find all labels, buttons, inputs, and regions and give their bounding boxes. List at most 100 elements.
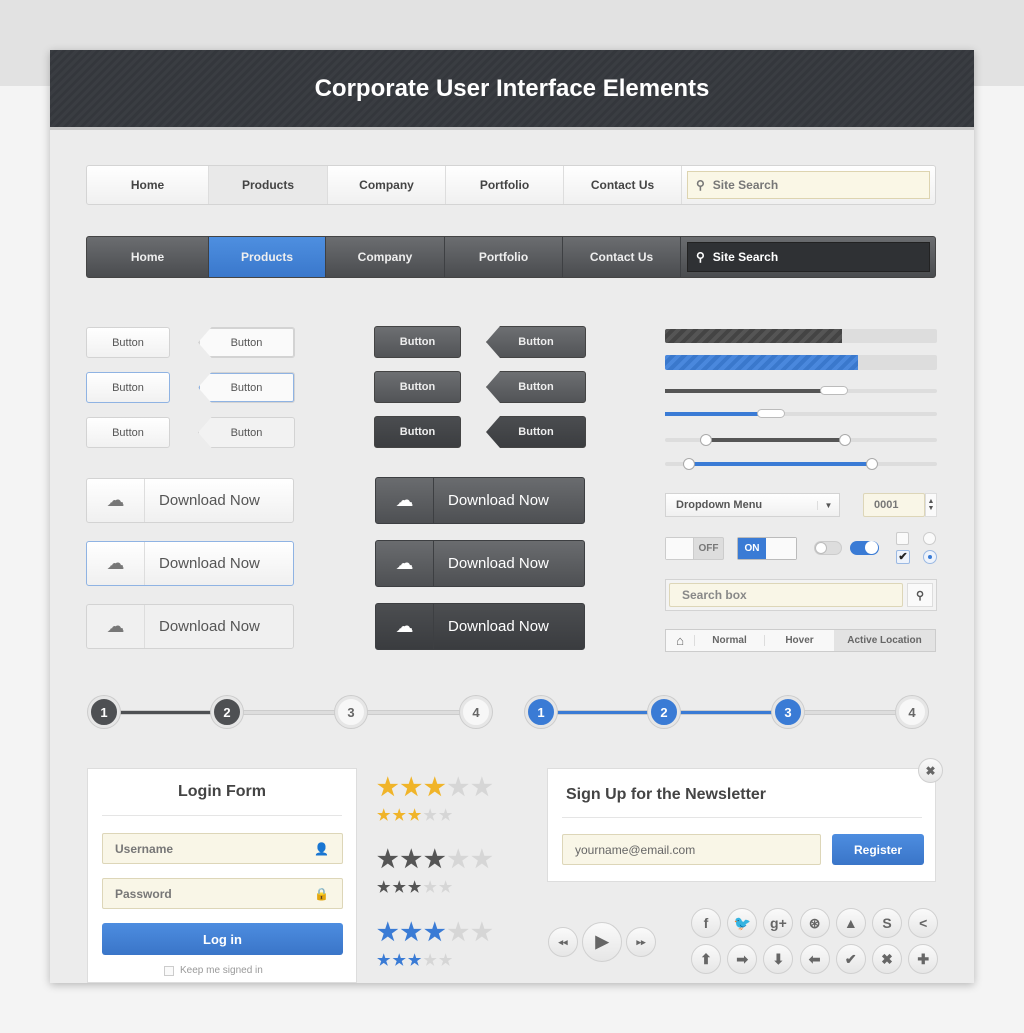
button-dark[interactable]: Button [374, 326, 461, 358]
checkbox-checked[interactable]: ✔ [896, 550, 910, 564]
register-button[interactable]: Register [832, 834, 924, 865]
star-empty-icon[interactable]: ★ [439, 953, 452, 968]
star-filled-icon[interactable]: ★ [377, 808, 390, 823]
dark-step-1[interactable]: 1 [88, 696, 120, 728]
download-button-light[interactable]: ☁ Download Now [86, 478, 294, 523]
remember-me[interactable]: Keep me signed in [164, 965, 263, 976]
number-value[interactable]: 0001 [863, 493, 925, 517]
star-rating-large[interactable]: ★ ★ ★ ★ ★ [377, 848, 493, 872]
slider-handle[interactable] [757, 409, 786, 418]
star-filled-icon[interactable]: ★ [424, 776, 446, 800]
star-rating-large[interactable]: ★ ★ ★ ★ ★ [377, 776, 493, 800]
star-filled-icon[interactable]: ★ [377, 953, 390, 968]
slider-handle[interactable] [819, 386, 848, 395]
login-button[interactable]: Log in [102, 923, 343, 955]
back-button-dark-pressed[interactable]: Button [486, 416, 586, 448]
number-stepper[interactable]: 0001 ▲ ▼ [863, 493, 937, 517]
download-button-dark-pressed[interactable]: ☁ Download Now [375, 603, 585, 650]
star-empty-icon[interactable]: ★ [471, 776, 493, 800]
star-filled-icon[interactable]: ★ [408, 953, 421, 968]
toggle-off[interactable]: OFF [665, 537, 724, 560]
switch-on[interactable] [850, 541, 879, 555]
star-filled-icon[interactable]: ★ [408, 880, 421, 895]
forrst-icon[interactable]: ▲ [835, 908, 866, 938]
skype-icon[interactable]: S [872, 908, 902, 938]
button-light-hover[interactable]: Button [86, 372, 170, 403]
star-filled-icon[interactable]: ★ [392, 953, 405, 968]
arrow-up-icon[interactable]: ⬆ [691, 944, 721, 974]
nav-item-contact[interactable]: Contact Us [564, 166, 682, 204]
nav-item-portfolio[interactable]: Portfolio [445, 237, 563, 277]
forward-button[interactable]: ▸▸ [626, 927, 656, 957]
star-empty-icon[interactable]: ★ [448, 776, 470, 800]
range-handle-max[interactable] [865, 458, 878, 470]
blue-step-3[interactable]: 3 [772, 696, 804, 728]
star-filled-icon[interactable]: ★ [377, 848, 399, 872]
download-button-light-pressed[interactable]: ☁ Download Now [86, 604, 294, 649]
star-empty-icon[interactable]: ★ [439, 808, 452, 823]
blue-step-4[interactable]: 4 [896, 696, 928, 728]
nav-item-products[interactable]: Products [209, 166, 328, 204]
star-rating-large[interactable]: ★ ★ ★ ★ ★ [377, 921, 493, 945]
star-empty-icon[interactable]: ★ [471, 848, 493, 872]
home-icon[interactable]: ⌂ [666, 633, 694, 648]
star-filled-icon[interactable]: ★ [401, 848, 423, 872]
back-button-light-pressed[interactable]: Button [198, 417, 295, 448]
blue-step-1[interactable]: 1 [525, 696, 557, 728]
play-button[interactable]: ▶ [582, 922, 622, 962]
email-field[interactable]: yourname@email.com [562, 834, 821, 865]
search-box-input[interactable]: Search box [669, 583, 903, 607]
download-button-dark[interactable]: ☁ Download Now [375, 477, 585, 524]
star-filled-icon[interactable]: ★ [424, 921, 446, 945]
star-filled-icon[interactable]: ★ [408, 808, 421, 823]
blue-step-2[interactable]: 2 [648, 696, 680, 728]
dark-step-4[interactable]: 4 [460, 696, 492, 728]
range-handle-min[interactable] [699, 434, 712, 446]
arrow-right-icon[interactable]: ➡ [727, 944, 758, 974]
radio-unchecked[interactable] [923, 532, 936, 545]
star-filled-icon[interactable]: ★ [401, 776, 423, 800]
close-icon[interactable]: ✖ [918, 758, 943, 783]
breadcrumb-item-normal[interactable]: Normal [694, 635, 764, 646]
star-empty-icon[interactable]: ★ [423, 880, 436, 895]
star-empty-icon[interactable]: ★ [448, 921, 470, 945]
star-filled-icon[interactable]: ★ [377, 776, 399, 800]
range-slider-dark[interactable] [665, 434, 937, 446]
slider-blue[interactable] [665, 409, 937, 418]
nav-item-portfolio[interactable]: Portfolio [446, 166, 564, 204]
share-icon[interactable]: < [908, 908, 939, 938]
dark-step-3[interactable]: 3 [335, 696, 367, 728]
back-button-light-hover[interactable]: Button [198, 372, 295, 403]
star-filled-icon[interactable]: ★ [377, 921, 399, 945]
toggle-on[interactable]: ON [737, 537, 797, 560]
radio-checked[interactable] [923, 550, 937, 564]
rewind-button[interactable]: ◂◂ [548, 927, 578, 957]
switch-off[interactable] [814, 541, 842, 555]
star-filled-icon[interactable]: ★ [401, 921, 423, 945]
twitter-icon[interactable]: 🐦 [727, 908, 758, 938]
arrow-left-icon[interactable]: ⬅ [799, 944, 830, 974]
nav-item-contact[interactable]: Contact Us [563, 237, 681, 277]
password-field[interactable]: Password 🔒 [102, 878, 343, 909]
star-empty-icon[interactable]: ★ [439, 880, 452, 895]
button-dark-hover[interactable]: Button [374, 371, 461, 403]
range-slider-blue[interactable] [665, 458, 937, 470]
button-dark-pressed[interactable]: Button [374, 416, 461, 448]
nav-item-company[interactable]: Company [328, 166, 446, 204]
button-light[interactable]: Button [86, 327, 170, 358]
star-empty-icon[interactable]: ★ [423, 808, 436, 823]
search-button[interactable]: ⚲ [907, 583, 933, 607]
close-icon[interactable]: ✖ [872, 944, 902, 974]
star-filled-icon[interactable]: ★ [392, 808, 405, 823]
check-icon[interactable]: ✔ [835, 944, 866, 974]
star-rating-small[interactable]: ★ ★ ★ ★ ★ [377, 953, 452, 968]
back-button-light[interactable]: Button [198, 327, 295, 358]
star-rating-small[interactable]: ★ ★ ★ ★ ★ [377, 880, 452, 895]
slider-dark[interactable] [665, 386, 937, 395]
username-field[interactable]: Username 👤 [102, 833, 343, 864]
star-filled-icon[interactable]: ★ [424, 848, 446, 872]
nav-item-company[interactable]: Company [326, 237, 445, 277]
star-rating-small[interactable]: ★ ★ ★ ★ ★ [377, 808, 452, 823]
download-button-light-hover[interactable]: ☁ Download Now [86, 541, 294, 586]
plus-icon[interactable]: ✚ [908, 944, 939, 974]
